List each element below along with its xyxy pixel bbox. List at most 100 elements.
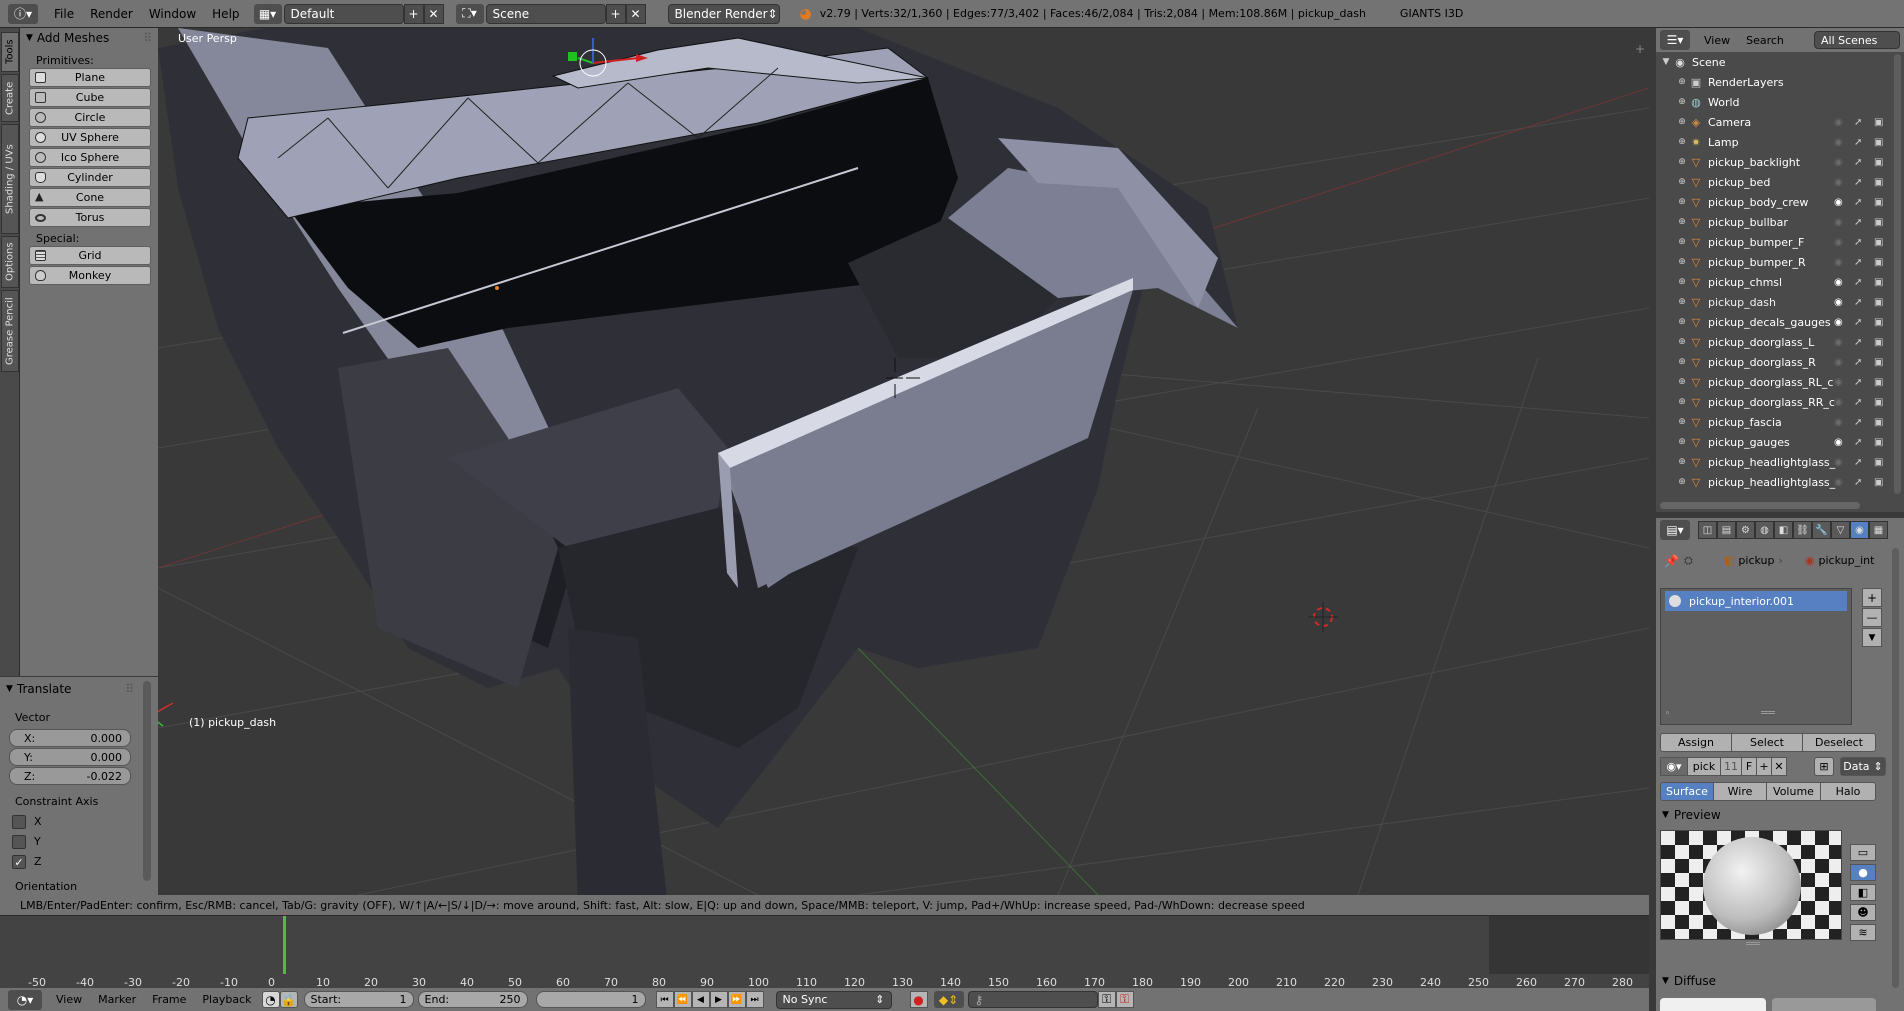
- preview-resize-grip-icon[interactable]: [1746, 942, 1760, 945]
- remove-slot-icon[interactable]: —: [1862, 608, 1882, 627]
- outliner-item[interactable]: ⊕ ▽ pickup_gauges ◉ ➚ ▣: [1656, 432, 1904, 452]
- outliner-item[interactable]: ⊕ ▽ pickup_decals_gauges ◉ ➚ ▣: [1656, 312, 1904, 332]
- selectable-arrow-icon[interactable]: ➚: [1854, 317, 1862, 328]
- editor-type-outliner-icon[interactable]: ☰▾: [1660, 30, 1690, 50]
- constraint-y-checkbox[interactable]: [12, 835, 26, 849]
- keying-set-icon[interactable]: ◆⇕: [933, 991, 964, 1008]
- play-reverse-icon[interactable]: ◀: [691, 991, 710, 1008]
- tab-tools[interactable]: Tools: [1, 32, 19, 72]
- material-slot-list[interactable]: pickup_interior.001 ◦: [1660, 588, 1852, 725]
- menu-render[interactable]: Render: [82, 7, 141, 21]
- tab-object-icon[interactable]: ◧: [1774, 521, 1793, 539]
- renderable-camera-icon[interactable]: ▣: [1874, 417, 1883, 428]
- renderable-camera-icon[interactable]: ▣: [1874, 177, 1883, 188]
- slot-specials-icon[interactable]: ▼: [1862, 628, 1882, 647]
- add-scene-icon[interactable]: +: [605, 3, 626, 24]
- diffuse-color-swatch[interactable]: [1660, 998, 1766, 1011]
- expand-icon[interactable]: ⊕: [1676, 297, 1688, 307]
- menu-view[interactable]: View: [1696, 34, 1738, 47]
- selectable-arrow-icon[interactable]: ➚: [1854, 337, 1862, 348]
- selectable-arrow-icon[interactable]: ➚: [1854, 197, 1862, 208]
- renderable-camera-icon[interactable]: ▣: [1874, 277, 1883, 288]
- render-engine-selector[interactable]: Blender Render ⇕: [667, 3, 780, 24]
- renderable-camera-icon[interactable]: ▣: [1874, 197, 1883, 208]
- expand-icon[interactable]: ⊕: [1676, 417, 1688, 427]
- visibility-eye-icon[interactable]: ◉: [1834, 437, 1843, 448]
- menu-file[interactable]: File: [46, 7, 82, 21]
- renderable-camera-icon[interactable]: ▣: [1874, 397, 1883, 408]
- properties-scrollbar[interactable]: [1892, 548, 1899, 988]
- add-plane-button[interactable]: Plane: [29, 68, 151, 87]
- renderable-camera-icon[interactable]: ▣: [1874, 377, 1883, 388]
- selectable-arrow-icon[interactable]: ➚: [1854, 297, 1862, 308]
- play-icon[interactable]: ▶: [709, 991, 728, 1008]
- selectable-arrow-icon[interactable]: ➚: [1854, 177, 1862, 188]
- selectable-arrow-icon[interactable]: ➚: [1854, 117, 1862, 128]
- add-grid-button[interactable]: Grid: [29, 246, 151, 265]
- unlink-material-icon[interactable]: ✕: [1771, 757, 1787, 776]
- expand-icon[interactable]: ⊕: [1676, 217, 1688, 227]
- user-count[interactable]: 11: [1720, 757, 1742, 776]
- browse-material-icon[interactable]: ◉▾: [1660, 757, 1688, 776]
- material-name-field[interactable]: pick: [1687, 757, 1721, 776]
- renderable-camera-icon[interactable]: ▣: [1874, 137, 1883, 148]
- node-icon[interactable]: ⊞: [1814, 757, 1834, 776]
- outliner-item[interactable]: ⊕ ▽ pickup_bullbar ◉ ➚ ▣: [1656, 212, 1904, 232]
- new-material-icon[interactable]: +: [1756, 757, 1772, 776]
- menu-search[interactable]: Search: [1738, 34, 1792, 47]
- material-slot-item[interactable]: pickup_interior.001: [1665, 591, 1847, 611]
- remove-layout-icon[interactable]: ✕: [423, 3, 444, 24]
- selectable-arrow-icon[interactable]: ➚: [1854, 357, 1862, 368]
- expand-icon[interactable]: ⊕: [1676, 457, 1688, 467]
- add-cylinder-button[interactable]: Cylinder: [29, 168, 151, 187]
- add-layout-icon[interactable]: +: [403, 3, 424, 24]
- expand-icon[interactable]: ⊕: [1676, 257, 1688, 267]
- tab-texture-icon[interactable]: ▦: [1869, 521, 1888, 539]
- display-mode-selector[interactable]: All Scenes: [1814, 31, 1900, 49]
- selectable-arrow-icon[interactable]: ➚: [1854, 477, 1862, 488]
- renderable-camera-icon[interactable]: ▣: [1874, 257, 1883, 268]
- surface-tab[interactable]: Surface: [1660, 782, 1714, 801]
- auto-keying-record-icon[interactable]: ●: [909, 991, 928, 1008]
- wire-tab[interactable]: Wire: [1713, 782, 1767, 801]
- preview-cube-icon[interactable]: ◧: [1850, 884, 1876, 901]
- selectable-arrow-icon[interactable]: ➚: [1854, 277, 1862, 288]
- insert-keyframe-icon[interactable]: ⚿: [1097, 991, 1116, 1008]
- menu-view[interactable]: View: [48, 993, 90, 1006]
- visibility-eye-icon[interactable]: ◉: [1834, 197, 1843, 208]
- vector-z-field[interactable]: Z: -0.022: [9, 767, 131, 785]
- visibility-eye-icon[interactable]: ◉: [1834, 257, 1843, 268]
- selectable-arrow-icon[interactable]: ➚: [1854, 137, 1862, 148]
- renderable-camera-icon[interactable]: ▣: [1874, 297, 1883, 308]
- preview-sphere-icon[interactable]: ●: [1850, 864, 1876, 881]
- expand-icon[interactable]: ⊕: [1676, 197, 1688, 207]
- renderable-camera-icon[interactable]: ▣: [1874, 477, 1883, 488]
- visibility-eye-icon[interactable]: ◉: [1834, 177, 1843, 188]
- renderable-camera-icon[interactable]: ▣: [1874, 357, 1883, 368]
- menu-frame[interactable]: Frame: [144, 993, 194, 1006]
- visibility-eye-icon[interactable]: ◉: [1834, 477, 1843, 488]
- outliner-item[interactable]: ⊕ ▽ pickup_body_crew ◉ ➚ ▣: [1656, 192, 1904, 212]
- selectable-arrow-icon[interactable]: ➚: [1854, 437, 1862, 448]
- outliner-item[interactable]: ⊕ ▽ pickup_bumper_F ◉ ➚ ▣: [1656, 232, 1904, 252]
- menu-help[interactable]: Help: [204, 7, 247, 21]
- selectable-arrow-icon[interactable]: ➚: [1854, 157, 1862, 168]
- expand-icon[interactable]: ⊕: [1676, 357, 1688, 367]
- constraint-z-checkbox[interactable]: ✓: [12, 855, 26, 869]
- visibility-eye-icon[interactable]: ◉: [1834, 317, 1843, 328]
- select-button[interactable]: Select: [1731, 733, 1803, 752]
- expand-icon[interactable]: ⊕: [1676, 377, 1688, 387]
- vector-y-field[interactable]: Y: 0.000: [9, 748, 131, 766]
- expand-icon[interactable]: ⊕: [1676, 117, 1688, 127]
- drag-handle-icon[interactable]: ⠿: [143, 31, 152, 45]
- preview-flat-icon[interactable]: ▭: [1850, 844, 1876, 861]
- expand-icon[interactable]: ▼: [1660, 57, 1672, 67]
- expand-icon[interactable]: ⊕: [1676, 437, 1688, 447]
- renderable-camera-icon[interactable]: ▣: [1874, 237, 1883, 248]
- renderable-camera-icon[interactable]: ▣: [1874, 157, 1883, 168]
- tab-shading-uvs[interactable]: Shading / UVs: [1, 124, 19, 234]
- expand-icon[interactable]: ⊕: [1676, 237, 1688, 247]
- jump-start-icon[interactable]: ⏮: [655, 991, 674, 1008]
- tab-create[interactable]: Create: [1, 74, 19, 122]
- jump-keyframe-forward-icon[interactable]: ⏩: [727, 991, 746, 1008]
